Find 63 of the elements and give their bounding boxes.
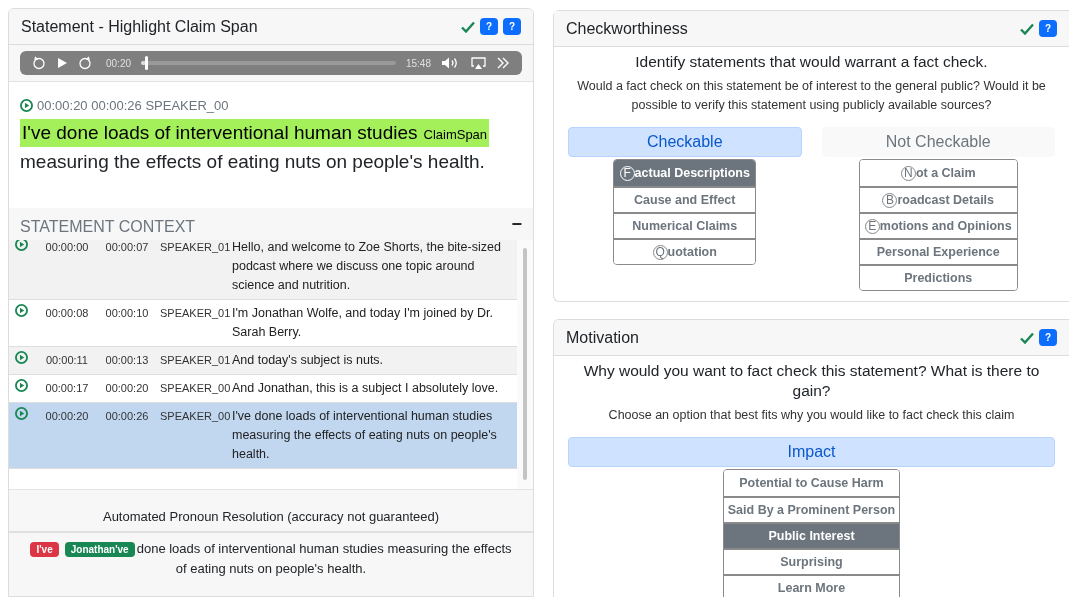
resolved-sentence: done loads of interventional human studies measuring the effects of eating nuts on people's health. [136, 541, 512, 576]
panel-title: Motivation [566, 327, 640, 348]
duration-time: 15:48 [405, 56, 431, 71]
statement-text: measuring the effects of eating nuts on people's health. [20, 150, 486, 174]
original-pronoun-badge: I've [30, 542, 59, 557]
start-time: 00:00:08 [44, 306, 90, 321]
utterance-text: I'm Jonathan Wolfe, and today I'm joined by Dr. Sarah Berry. [232, 305, 494, 341]
play-icon[interactable] [15, 407, 28, 420]
context-row[interactable]: 00:00:20 00:00:26 SPEAKER_00 I've done loads of interventional human studies measuring the effects of eating nuts on people's health. [9, 403, 518, 469]
play-icon[interactable] [56, 57, 68, 69]
panel-title: Statement - Highlight Claim Span [21, 16, 259, 37]
context-row[interactable]: 00:00:00 00:00:07 SPEAKER_01 Hello, and welcome to Zoe Shorts, the bite-sized podcast where we discuss one topic around science and nutrition. [9, 240, 518, 300]
play-icon[interactable] [15, 379, 28, 392]
progress-track[interactable] [141, 56, 396, 70]
context-row[interactable]: 00:00:11 00:00:13 SPEAKER_01And today's subject is nuts. [9, 347, 518, 375]
statement-meta: 00:00:20 00:00:26 SPEAKER_00 [37, 97, 229, 115]
description-text: Would a fact check on this statement be of interest to the general public? Would it be possible to verify this statement using publicly available sources? [576, 78, 1047, 114]
option-button[interactable]: Public Interest [724, 522, 899, 548]
pronoun-title: Automated Pronoun Resolution (accuracy not guaranteed) [9, 490, 533, 533]
progress-thumb[interactable] [145, 56, 149, 70]
category-button[interactable]: Checkable [568, 127, 802, 157]
question-text: Identify statements that would warrant a fact check. [634, 52, 989, 72]
play-icon[interactable] [20, 99, 33, 113]
help-button[interactable]: ? [503, 18, 521, 35]
utterance-text: And Jonathan, this is a subject I absolutely love. [232, 380, 500, 397]
help-button[interactable]: ? [1039, 329, 1057, 346]
play-icon[interactable] [15, 351, 28, 364]
start-time: 00:00:11 [45, 353, 89, 368]
resolved-pronoun-badge: Jonathan've [64, 542, 135, 557]
option-button[interactable]: Q uotation [614, 238, 756, 264]
end-time: 00:00:07 [104, 240, 150, 255]
category-button[interactable]: Not Checkable [821, 127, 1055, 157]
play-icon[interactable] [15, 240, 28, 251]
chevrons-icon[interactable] [496, 57, 510, 69]
end-time: 00:00:10 [104, 306, 150, 321]
claim-span-text: I've done loads of interventional human studies [22, 120, 418, 145]
start-time: 00:00:17 [44, 381, 90, 396]
rewind-icon[interactable] [32, 56, 46, 70]
question-text: Why would you want to fact check this statement? What is there to gain? [582, 361, 1041, 401]
utterance-text: Hello, and welcome to Zoe Shorts, the bite-sized podcast where we discuss one topic around science and nutrition. [232, 240, 502, 294]
airplay-icon[interactable] [471, 56, 486, 70]
elapsed-time: 00:20 [106, 56, 132, 71]
scrollbar[interactable] [523, 248, 528, 480]
start-time: 00:00:20 [44, 409, 90, 424]
panel-title: Checkworthiness [566, 18, 689, 39]
help-button[interactable]: ? [480, 18, 498, 35]
category-button[interactable]: Impact [568, 437, 1055, 467]
help-button[interactable]: ? [1039, 20, 1057, 37]
utterance-text: I've done loads of interventional human studies measuring the effects of eating nuts on people's health. [232, 408, 498, 463]
end-time: 00:00:13 [104, 353, 150, 368]
option-button[interactable]: Predictions [859, 264, 1017, 290]
end-time: 00:00:20 [104, 381, 150, 396]
claim-span-highlight[interactable]: I've done loads of interventional human studies ClaimSpan [20, 118, 490, 147]
start-time: 00:00:00 [44, 240, 90, 255]
utterance-text: And today's subject is nuts. [232, 352, 385, 369]
claim-span-label: ClaimSpan [423, 125, 488, 144]
forward-icon[interactable] [78, 56, 92, 70]
section-title: STATEMENT CONTEXT [20, 217, 197, 237]
option-button[interactable]: F actual Descriptions [614, 160, 756, 186]
collapse-button[interactable]: − [511, 215, 522, 233]
play-icon[interactable] [15, 304, 28, 317]
description-text: Choose an option that best fits why you would like to fact check this claim [607, 407, 1016, 424]
end-time: 00:00:26 [104, 409, 150, 424]
